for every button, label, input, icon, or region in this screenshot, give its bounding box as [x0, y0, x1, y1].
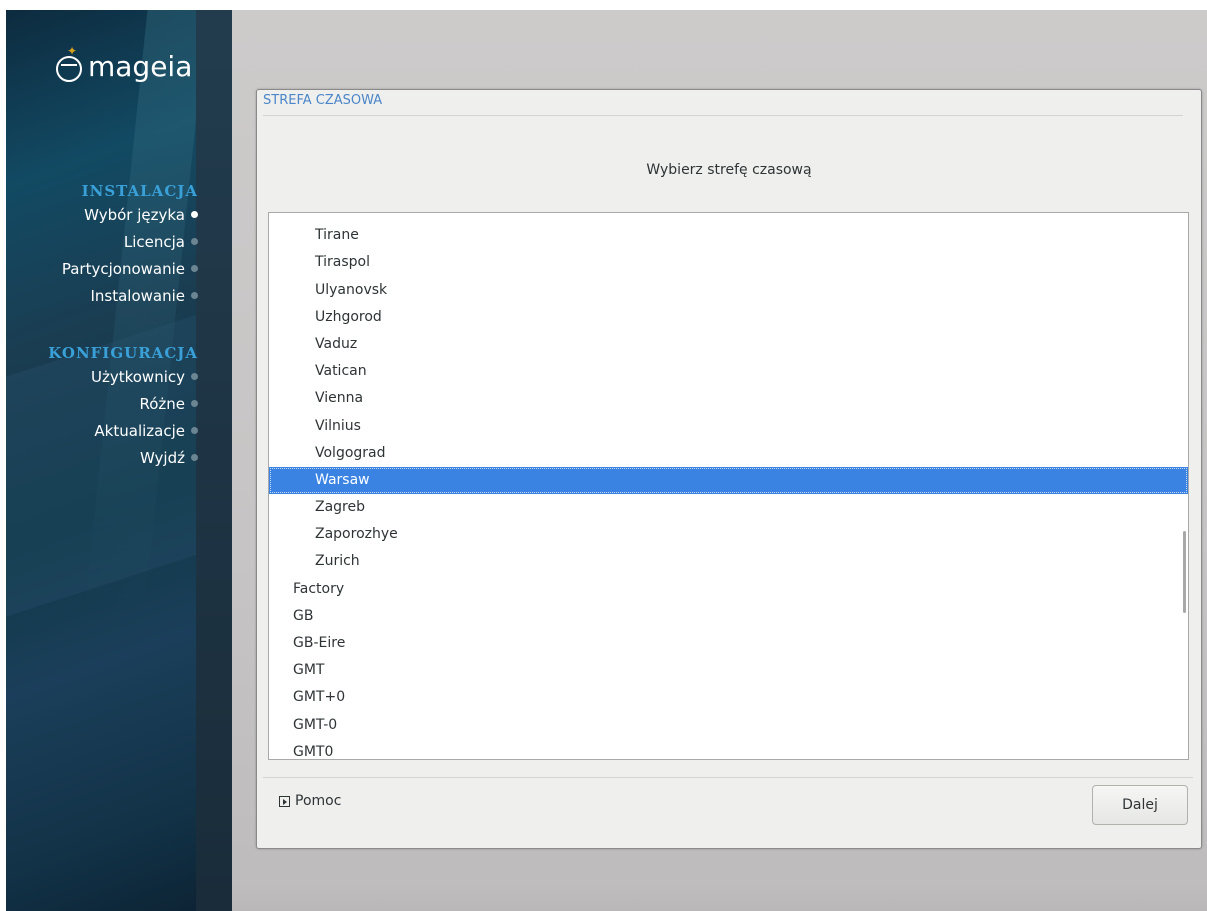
timezone-list-content: TallinnTiraneTiraspolUlyanovskUzhgorodVa…	[269, 213, 1188, 759]
timezone-row[interactable]: Vaduz	[269, 331, 1188, 358]
timezone-row-selected[interactable]: Warsaw	[269, 466, 1188, 495]
help-label: Pomoc	[295, 793, 342, 809]
timezone-row[interactable]: Zurich	[269, 548, 1188, 575]
timezone-row[interactable]: GMT+0	[269, 684, 1188, 711]
timezone-row[interactable]: Vatican	[269, 358, 1188, 385]
step-dot-icon	[191, 373, 198, 380]
nav-item-exit: Wyjdź	[48, 445, 198, 472]
nav-item-label: Wyjdź	[139, 449, 185, 467]
nav-item-installing: Instalowanie	[62, 283, 198, 310]
nav-item-label: Aktualizacje	[94, 422, 185, 440]
timezone-row[interactable]: Vilnius	[269, 413, 1188, 440]
nav-item-license: Licencja	[62, 229, 198, 256]
step-dot-icon	[191, 265, 198, 272]
nav-item-label: Użytkownicy	[90, 368, 185, 386]
step-dot-icon	[191, 211, 198, 218]
nav-heading-configuration: KONFIGURACJA	[48, 344, 198, 362]
timezone-row[interactable]: GMT	[269, 657, 1188, 684]
nav-section-configuration: KONFIGURACJA Użytkownicy Różne Aktualiza…	[48, 342, 198, 472]
timezone-row[interactable]: Zaporozhye	[269, 521, 1188, 548]
bottom-band	[232, 880, 1207, 911]
timezone-row[interactable]: Ulyanovsk	[269, 277, 1188, 304]
sidebar-decoration	[196, 10, 232, 911]
nav-item-partitioning: Partycjonowanie	[62, 256, 198, 283]
timezone-row[interactable]: Zagreb	[269, 494, 1188, 521]
footer-divider	[263, 777, 1193, 778]
panel-title: STREFA CZASOWA	[263, 93, 383, 108]
step-dot-icon	[191, 454, 198, 461]
nav-item-users: Użytkownicy	[48, 364, 198, 391]
sidebar: ✦ mageia INSTALACJA Wybór języka Licencj…	[6, 10, 232, 911]
nav-section-installation: INSTALACJA Wybór języka Licencja Partycj…	[62, 180, 198, 310]
next-button[interactable]: Dalej	[1092, 785, 1188, 825]
timezone-row[interactable]: GMT0	[269, 739, 1188, 759]
installer-window: ✦ mageia INSTALACJA Wybór języka Licencj…	[0, 0, 1207, 911]
nav-item-label: Licencja	[123, 233, 185, 251]
timezone-row[interactable]: Vienna	[269, 385, 1188, 412]
timezone-row[interactable]: GB	[269, 603, 1188, 630]
timezone-row[interactable]: Volgograd	[269, 440, 1188, 467]
timezone-row[interactable]: Tirane	[269, 222, 1188, 249]
main-area: STREFA CZASOWA Wybierz strefę czasową Ta…	[232, 10, 1207, 911]
nav-item-label: Instalowanie	[90, 287, 185, 305]
timezone-row[interactable]: Factory	[269, 576, 1188, 603]
title-divider	[263, 115, 1183, 116]
mageia-logo: ✦ mageia	[56, 44, 193, 83]
nav-item-language: Wybór języka	[62, 202, 198, 229]
timezone-row[interactable]: GB-Eire	[269, 630, 1188, 657]
timezone-row[interactable]: GMT-0	[269, 712, 1188, 739]
timezone-row[interactable]: Tallinn	[269, 213, 1188, 222]
expand-arrow-icon	[279, 795, 290, 807]
nav-item-label: Wybór języka	[84, 206, 185, 224]
top-strip	[0, 0, 1207, 10]
nav-item-label: Partycjonowanie	[61, 260, 185, 278]
timezone-panel: STREFA CZASOWA Wybierz strefę czasową Ta…	[256, 89, 1202, 849]
panel-subtitle: Wybierz strefę czasową	[646, 162, 812, 178]
help-expander[interactable]: Pomoc	[279, 793, 341, 809]
timezone-row[interactable]: Tiraspol	[269, 249, 1188, 276]
nav-item-misc: Różne	[48, 391, 198, 418]
step-dot-icon	[191, 427, 198, 434]
list-scrollbar[interactable]	[1183, 531, 1186, 613]
nav-item-label: Różne	[139, 395, 185, 413]
logo-text: mageia	[88, 50, 193, 83]
step-dot-icon	[191, 238, 198, 245]
mageia-cauldron-icon: ✦	[56, 44, 82, 82]
timezone-list[interactable]: TallinnTiraneTiraspolUlyanovskUzhgorodVa…	[268, 212, 1189, 760]
step-dot-icon	[191, 292, 198, 299]
timezone-row[interactable]: Uzhgorod	[269, 304, 1188, 331]
nav-heading-installation: INSTALACJA	[81, 182, 198, 200]
nav-item-updates: Aktualizacje	[48, 418, 198, 445]
step-dot-icon	[191, 400, 198, 407]
